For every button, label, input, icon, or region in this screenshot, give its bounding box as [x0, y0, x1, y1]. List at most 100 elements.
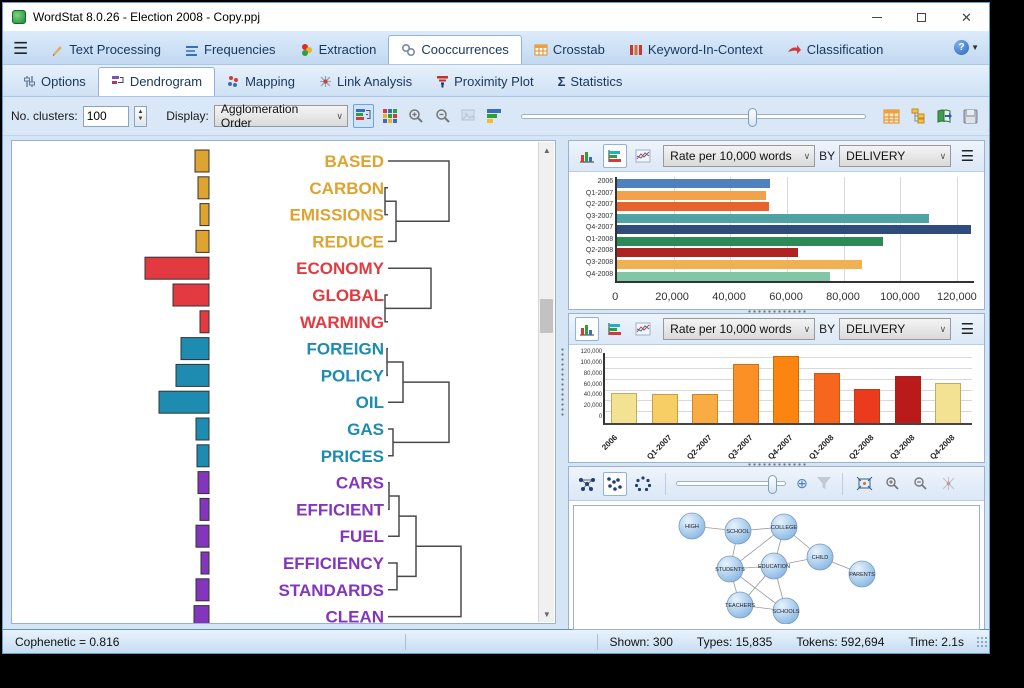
- dendrogram-word[interactable]: GAS: [347, 420, 384, 439]
- slider-thumb[interactable]: [748, 108, 757, 127]
- network-node-TEACHERS[interactable]: TEACHERS: [725, 592, 755, 618]
- by-variable-select[interactable]: DELIVERY ∨: [839, 318, 951, 340]
- bar-Q2-2008[interactable]: [854, 389, 880, 423]
- bar-2006[interactable]: 2006: [617, 179, 770, 188]
- slider-thumb[interactable]: [768, 475, 777, 494]
- dendrogram-word[interactable]: EFFICIENCY: [283, 554, 385, 573]
- table-button[interactable]: [881, 104, 902, 128]
- dendrogram-word[interactable]: CARBON: [309, 179, 384, 198]
- dendrogram-word[interactable]: ECONOMY: [296, 259, 385, 278]
- vertical-splitter[interactable]: [556, 140, 568, 624]
- bar-Q3-2007[interactable]: [733, 364, 759, 423]
- network-node-SCHOOL[interactable]: SCHOOL: [725, 518, 751, 544]
- dendrogram-word[interactable]: REDUCE: [312, 232, 384, 251]
- subtab-link-analysis[interactable]: Link Analysis: [307, 68, 424, 96]
- network-node-STUDENTS[interactable]: STUDENTS: [715, 556, 745, 582]
- minimize-button[interactable]: [854, 3, 899, 31]
- subtab-mapping[interactable]: Mapping: [215, 68, 307, 96]
- subtab-statistics[interactable]: Σ Statistics: [546, 68, 635, 96]
- dendrogram-scrollbar[interactable]: ▲ ▼: [538, 142, 554, 622]
- reset-layout-button[interactable]: [937, 472, 961, 496]
- copy-image-button[interactable]: [458, 104, 479, 128]
- tab-cooccurrences[interactable]: Cooccurrences: [388, 35, 521, 64]
- bar-Q1-2007[interactable]: Q1-2007: [617, 191, 766, 200]
- close-button[interactable]: ✕: [944, 3, 989, 31]
- scroll-down-icon[interactable]: ▼: [539, 606, 554, 622]
- resize-grip[interactable]: [976, 636, 987, 648]
- bar-Q1-2007[interactable]: [652, 394, 678, 423]
- dendrogram-word[interactable]: FOREIGN: [307, 340, 384, 359]
- tab-classification[interactable]: Classification: [775, 36, 896, 64]
- network-node-SCHOOLS[interactable]: SCHOOLS: [773, 598, 800, 624]
- dendrogram-word[interactable]: CARS: [336, 474, 384, 493]
- bar-Q1-2008[interactable]: Q1-2008: [617, 237, 883, 246]
- bar-Q2-2007[interactable]: [692, 394, 718, 423]
- tab-keyword-in-context[interactable]: Keyword-In-Context: [617, 36, 775, 64]
- zoom-out-button[interactable]: [432, 104, 453, 128]
- dendrogram-word[interactable]: GLOBAL: [312, 286, 384, 305]
- network-threshold-slider[interactable]: [676, 481, 786, 486]
- horizontal-bars-view-button[interactable]: [603, 144, 627, 168]
- line-chart-view-button[interactable]: [631, 144, 655, 168]
- subtab-proximity-plot[interactable]: Proximity Plot: [424, 68, 545, 96]
- bar-Q3-2008[interactable]: [895, 376, 921, 423]
- bar-Q4-2007[interactable]: Q4-2007: [617, 225, 971, 234]
- tab-frequencies[interactable]: Frequencies: [173, 36, 288, 64]
- by-variable-select[interactable]: DELIVERY ∨: [839, 145, 951, 167]
- filter-icon[interactable]: [816, 476, 832, 491]
- dendrogram-word[interactable]: EMISSIONS: [290, 206, 384, 225]
- dendrogram-view-button[interactable]: [353, 104, 374, 128]
- dendrogram-word[interactable]: PRICES: [321, 447, 384, 466]
- save-button[interactable]: [960, 104, 981, 128]
- bar-Q1-2008[interactable]: [814, 373, 840, 423]
- line-chart-view-button[interactable]: [631, 317, 655, 341]
- tab-text-processing[interactable]: Text Processing: [38, 36, 173, 64]
- subtab-options[interactable]: Options: [11, 68, 98, 96]
- force-layout-button[interactable]: [575, 472, 599, 496]
- maximize-button[interactable]: [899, 3, 944, 31]
- dendrogram-word[interactable]: OIL: [356, 393, 384, 412]
- display-order-select[interactable]: Agglomeration Order ∨: [214, 105, 348, 127]
- tree-button[interactable]: [907, 104, 928, 128]
- dendrogram-word[interactable]: CLEAN: [325, 608, 384, 623]
- chart-menu-icon[interactable]: ☰: [961, 147, 978, 165]
- bar-Q2-2007[interactable]: Q2-2007: [617, 202, 769, 211]
- clusters-input[interactable]: [83, 106, 129, 127]
- mds-layout-button[interactable]: [603, 472, 627, 496]
- dendrogram-word[interactable]: POLICY: [321, 366, 385, 385]
- measure-select[interactable]: Rate per 10,000 words ∨: [663, 318, 815, 340]
- bar-Q4-2008[interactable]: Q4-2008: [617, 272, 829, 281]
- bar-Q2-2008[interactable]: Q2-2008: [617, 248, 798, 257]
- dendrogram-word[interactable]: FUEL: [340, 527, 384, 546]
- expand-icon[interactable]: ⊕: [796, 475, 808, 492]
- sort-button[interactable]: [484, 104, 505, 128]
- bar-Q4-2008[interactable]: [935, 383, 961, 423]
- bar-Q3-2007[interactable]: Q3-2007: [617, 214, 929, 223]
- vertical-bars-view-button[interactable]: [575, 144, 599, 168]
- bar-Q4-2007[interactable]: [773, 356, 799, 423]
- export-button[interactable]: [933, 104, 954, 128]
- tab-crosstab[interactable]: Crosstab: [522, 36, 617, 64]
- horizontal-bars-view-button[interactable]: [603, 317, 627, 341]
- dendrogram-size-slider[interactable]: [521, 114, 866, 119]
- zoom-in-button[interactable]: [881, 472, 905, 496]
- bar-Q3-2008[interactable]: Q3-2008: [617, 260, 862, 269]
- dendrogram-word[interactable]: STANDARDS: [279, 581, 384, 600]
- grid-view-button[interactable]: [379, 104, 400, 128]
- tab-extraction[interactable]: Extraction: [288, 36, 389, 64]
- scroll-up-icon[interactable]: ▲: [539, 142, 554, 158]
- clusters-stepper[interactable]: ▲▼: [134, 106, 148, 127]
- dendrogram-word[interactable]: BASED: [324, 152, 384, 171]
- dendrogram-word[interactable]: EFFICIENT: [296, 500, 384, 519]
- network-node-HIGH[interactable]: HIGH: [679, 513, 705, 539]
- measure-select[interactable]: Rate per 10,000 words ∨: [663, 145, 815, 167]
- help-button[interactable]: ? ▼: [954, 40, 979, 55]
- network-node-EDUCATION[interactable]: EDUCATION: [758, 553, 790, 579]
- scrollbar-thumb[interactable]: [540, 299, 553, 333]
- network-node-PARENTS[interactable]: PARENTS: [849, 561, 875, 587]
- zoom-out-button[interactable]: [909, 472, 933, 496]
- chart-menu-icon[interactable]: ☰: [961, 320, 978, 338]
- fit-to-window-button[interactable]: [853, 472, 877, 496]
- subtab-dendrogram[interactable]: Dendrogram: [98, 67, 215, 96]
- network-node-COLLEGE[interactable]: COLLEGE: [771, 514, 797, 540]
